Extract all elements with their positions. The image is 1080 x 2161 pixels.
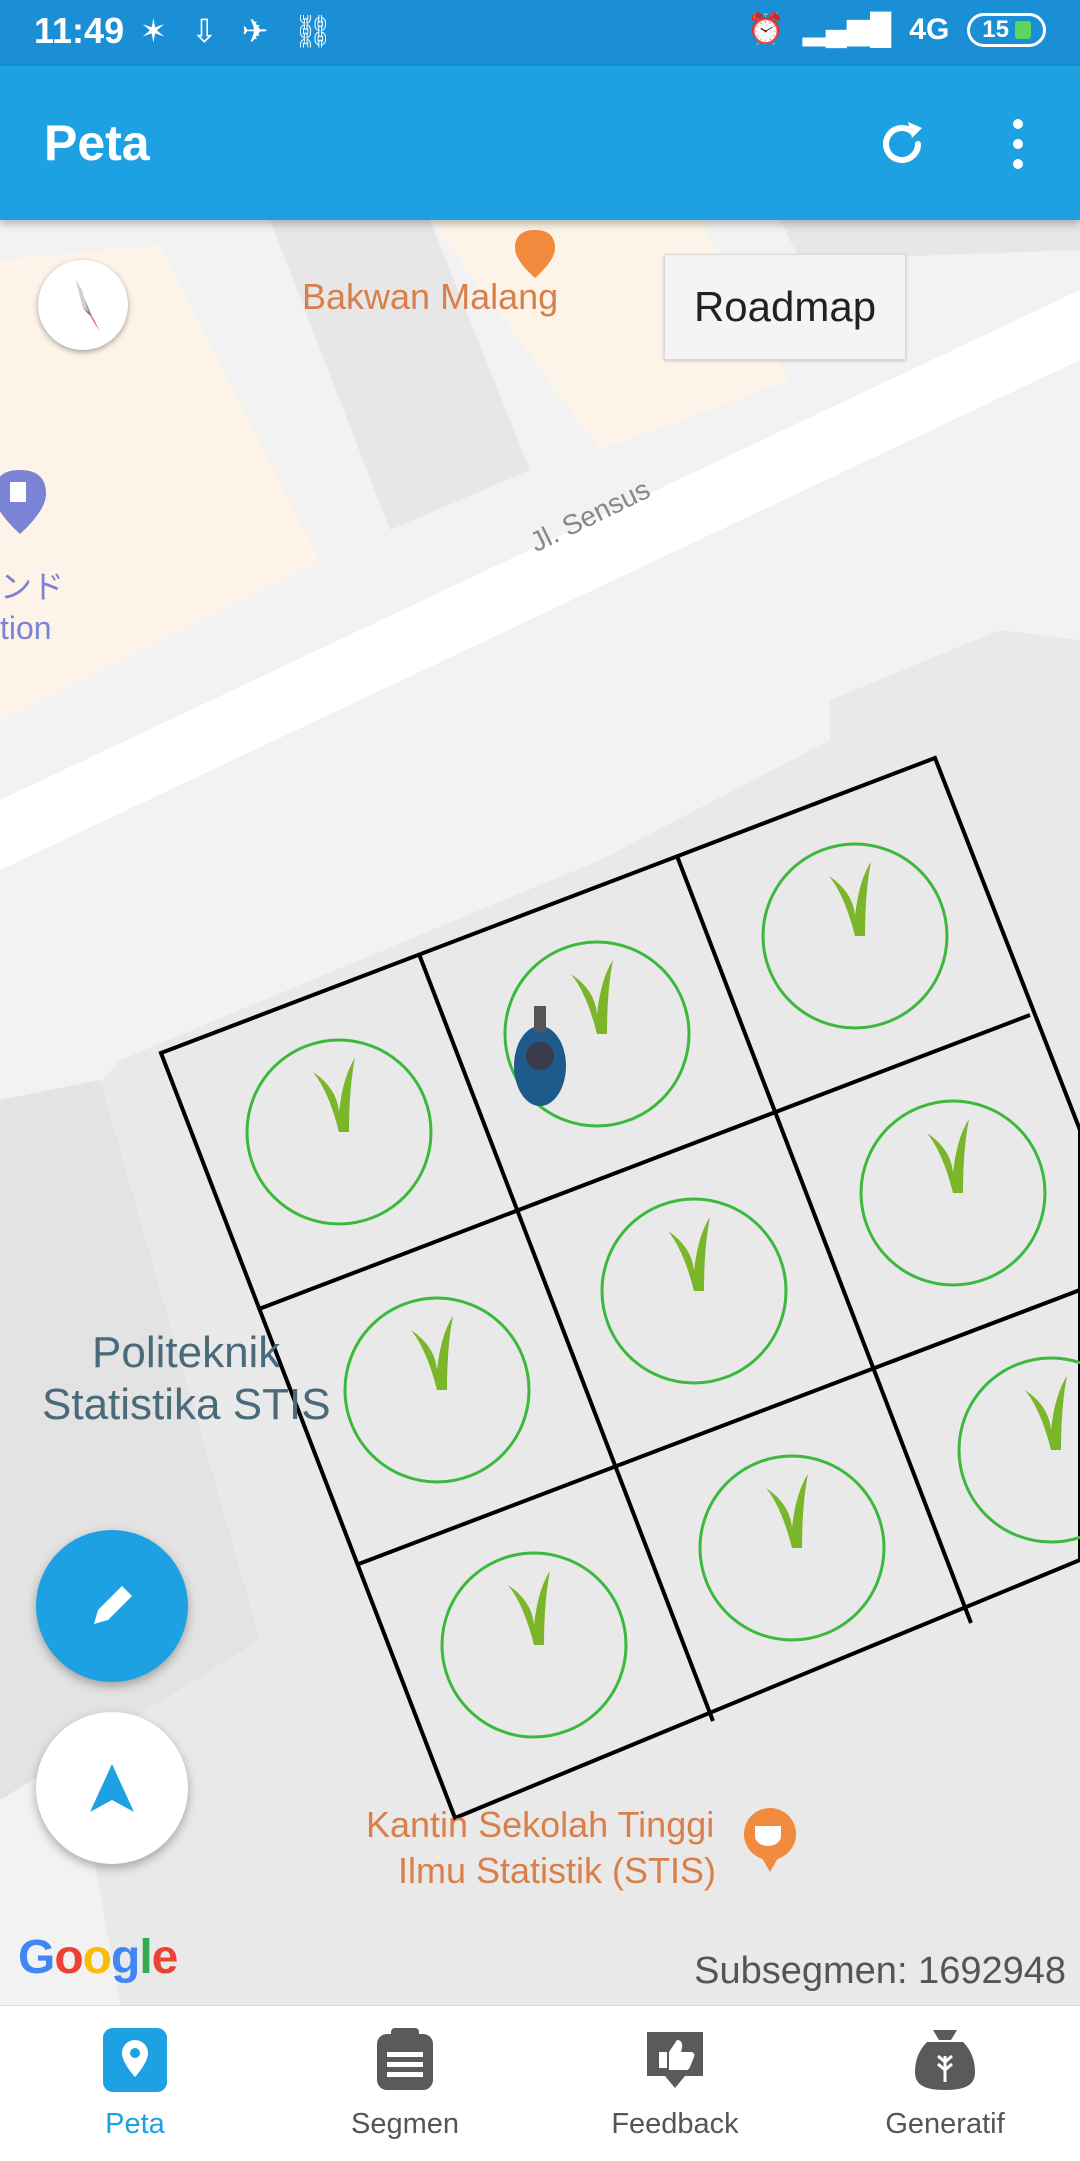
nav-label: Feedback [611, 2108, 739, 2140]
battery-icon: 15 [967, 12, 1046, 47]
nav-label: Segmen [350, 2108, 459, 2140]
nav-item-feedback[interactable]: Feedback [540, 2006, 810, 2161]
nav-item-generatif[interactable]: Generatif [810, 2006, 1080, 2161]
bottom-navigation: Peta Segmen Feedback Generatif [0, 2005, 1080, 2161]
canteen-label-line1[interactable]: Kantin Sekolah Tinggi [366, 1804, 714, 1846]
signal-icon: ▂▄▆█ [802, 13, 892, 46]
roadmap-toggle-button[interactable]: Roadmap [664, 254, 906, 360]
app-bar: Peta [0, 66, 1080, 220]
cut-label-2: tion [0, 610, 52, 646]
network-type: 4G [909, 12, 950, 46]
nav-item-peta[interactable]: Peta [0, 2006, 270, 2161]
navigate-button[interactable] [36, 1712, 188, 1864]
alarm-icon: ⏰ [747, 13, 785, 46]
thumbs-up-icon [647, 2032, 703, 2088]
compass-button[interactable] [38, 260, 128, 350]
bird-icon: ✈ [241, 13, 269, 49]
edit-button[interactable] [36, 1530, 188, 1682]
download-icon: ⇩ [190, 13, 218, 49]
navigation-arrow-icon [90, 1764, 134, 1812]
map-pin-icon [103, 2028, 167, 2092]
cut-label-1: ンド [0, 569, 65, 605]
nav-label: Peta [105, 2108, 165, 2140]
canteen-label-line2[interactable]: Ilmu Statistik (STIS) [398, 1850, 716, 1892]
nav-label: Generatif [885, 2108, 1005, 2140]
system-icons: ⏰ ▂▄▆█ 4G 15 [747, 12, 1046, 47]
more-options-icon[interactable] [1000, 116, 1036, 172]
subsegment-label: Subsegmen: 1692948 [694, 1950, 1066, 1992]
notification-icons: ✶ ⇩ ✈ ⛓ [140, 12, 333, 50]
grain-sack-icon [915, 2030, 975, 2090]
status-time: 11:49 [34, 10, 125, 51]
compass-icon [76, 280, 100, 332]
refresh-icon[interactable] [874, 116, 930, 172]
page-title: Peta [44, 115, 150, 171]
nav-item-segmen[interactable]: Segmen [270, 2006, 540, 2161]
battery-level: 15 [982, 15, 1009, 43]
status-bar: 11:49 ✶ ⇩ ✈ ⛓ ⏰ ▂▄▆█ 4G 15 [0, 0, 1080, 66]
poi-label-bakwan-malang[interactable]: Bakwan Malang [302, 276, 558, 318]
pencil-icon [94, 1586, 132, 1624]
google-logo: Google [18, 1931, 178, 1984]
clipboard-icon [377, 2028, 433, 2090]
fake-gps-icon: ✶ [140, 13, 167, 49]
link-icon: ⛓ [292, 13, 334, 49]
campus-label-line1[interactable]: Politeknik [92, 1328, 280, 1378]
campus-label-line2[interactable]: Statistika STIS [42, 1380, 331, 1430]
